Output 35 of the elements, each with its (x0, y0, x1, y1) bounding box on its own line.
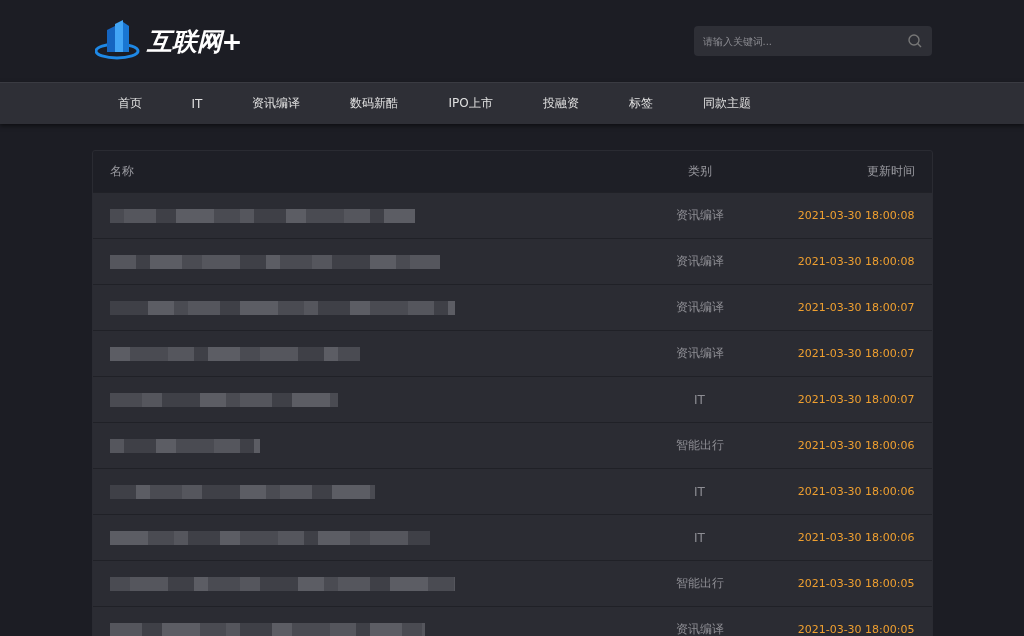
nav-link[interactable]: 同款主题 (677, 95, 776, 112)
category-cell-text: 智能出行 (674, 575, 725, 592)
category-cell-text: 资讯编译 (674, 621, 725, 636)
category-cell-text: IT (693, 392, 706, 407)
nav-link[interactable]: 首页 (92, 95, 167, 112)
nav-link[interactable]: IPO上市 (423, 95, 518, 112)
category-cell-text: IT (693, 530, 706, 545)
time-cell-text: 2021-03-30 18:00:07 (796, 347, 916, 360)
category-cell-text: IT (693, 484, 706, 499)
time-cell-text: 2021-03-30 18:00:08 (796, 255, 916, 268)
nav-link[interactable]: 数码新酷 (325, 95, 424, 112)
category-cell-text: 资讯编译 (674, 345, 725, 362)
time-cell-text: 2021-03-30 18:00:05 (796, 623, 916, 636)
category-cell-text: 资讯编译 (674, 207, 725, 224)
category-cell-text: 智能出行 (674, 437, 725, 454)
time-cell-text: 2021-03-30 18:00:06 (796, 485, 916, 498)
search-field[interactable]: 请输入关键词... (693, 26, 932, 56)
nav-link[interactable]: IT (166, 96, 228, 111)
time-cell-text: 2021-03-30 18:00:06 (796, 439, 916, 452)
category-cell-text: 资讯编译 (674, 299, 725, 316)
column-header: 类别 (686, 163, 713, 180)
category-cell-text: 资讯编译 (674, 253, 725, 270)
site-logo-text[interactable]: 互联网+ (146, 24, 243, 58)
column-header: 名称 (108, 163, 135, 180)
search-icon[interactable] (907, 34, 922, 48)
time-cell-text: 2021-03-30 18:00:07 (796, 301, 916, 314)
building-logo-icon (94, 20, 141, 62)
time-cell-text: 2021-03-30 18:00:08 (796, 209, 916, 222)
nav-link[interactable]: 投融资 (517, 95, 604, 112)
time-cell-text: 2021-03-30 18:00:06 (796, 531, 916, 544)
column-header: 更新时间 (865, 163, 916, 180)
time-cell-text: 2021-03-30 18:00:05 (796, 577, 916, 590)
time-cell-text: 2021-03-30 18:00:07 (796, 393, 916, 406)
nav-link[interactable]: 标签 (603, 95, 678, 112)
nav-link[interactable]: 资讯编译 (227, 95, 326, 112)
